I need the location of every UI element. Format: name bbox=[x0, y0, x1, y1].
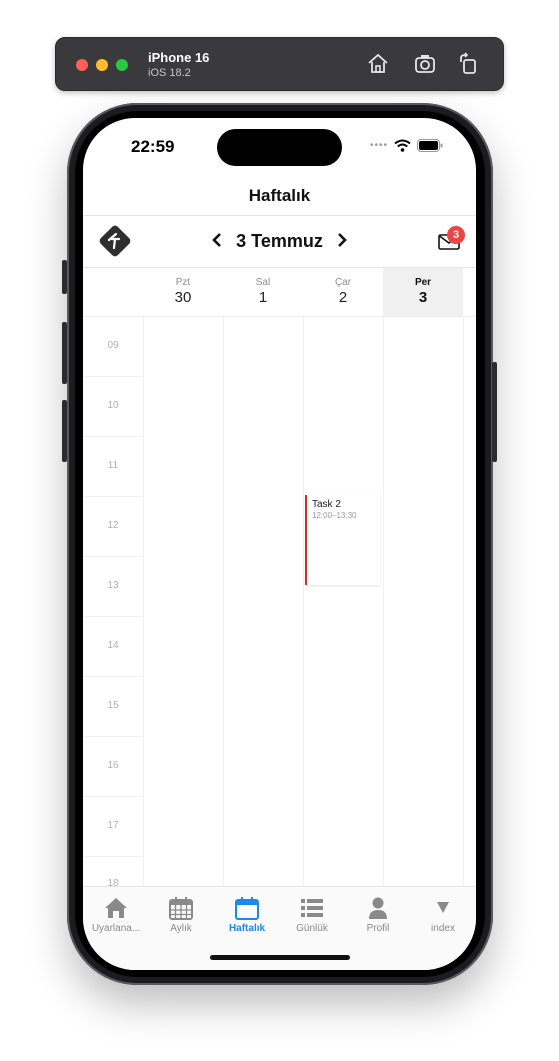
day-name: Çar bbox=[334, 277, 352, 288]
tab-label: index bbox=[431, 923, 455, 934]
tab-label: Profil bbox=[366, 923, 390, 934]
signal-icon: •••• bbox=[369, 140, 388, 151]
list-icon bbox=[299, 896, 325, 920]
grid-row-line bbox=[83, 376, 143, 377]
volume-down-button bbox=[62, 400, 67, 462]
current-date-label[interactable]: 3 Temmuz bbox=[236, 231, 323, 252]
event-title: Task 2 bbox=[312, 499, 341, 510]
status-time: 22:59 bbox=[131, 137, 175, 156]
app-header: 3 Temmuz 3 bbox=[83, 217, 476, 267]
tab-label: Günlük bbox=[296, 923, 328, 934]
hour-label: 10 bbox=[107, 400, 119, 411]
day-number: 30 bbox=[174, 289, 192, 306]
volume-up-button bbox=[62, 322, 67, 384]
grid-column-line bbox=[143, 316, 144, 886]
day-number: 2 bbox=[338, 289, 348, 306]
hour-label: 16 bbox=[107, 760, 119, 771]
grid-row-line bbox=[83, 616, 143, 617]
grid-row-line bbox=[83, 496, 143, 497]
day-name: Sal bbox=[255, 277, 271, 288]
simulator-toolbar: iPhone 16 iOS 18.2 bbox=[55, 37, 504, 91]
tab-aylik[interactable]: Aylık bbox=[148, 896, 214, 934]
grid-row-line bbox=[83, 676, 143, 677]
day-column-header-today[interactable]: Per 3 bbox=[383, 268, 463, 316]
next-week-button[interactable] bbox=[337, 231, 347, 252]
rotate-icon[interactable] bbox=[456, 52, 480, 76]
simulator-os-version: iOS 18.2 bbox=[148, 67, 191, 79]
battery-icon bbox=[417, 139, 443, 152]
power-button bbox=[492, 362, 497, 462]
simulator-device-name: iPhone 16 bbox=[148, 50, 210, 65]
hour-label: 15 bbox=[107, 700, 119, 711]
grid-row-line bbox=[83, 556, 143, 557]
hour-label: 12 bbox=[107, 520, 119, 531]
home-button-icon[interactable] bbox=[366, 52, 390, 76]
calendar-month-icon bbox=[168, 896, 194, 920]
minimize-window-button[interactable] bbox=[96, 59, 108, 71]
tab-label: Haftalık bbox=[228, 923, 266, 934]
screenshot-icon[interactable] bbox=[413, 52, 437, 76]
triangle-down-icon bbox=[430, 896, 456, 920]
home-icon bbox=[103, 896, 129, 920]
grid-column-line bbox=[383, 316, 384, 886]
tab-uyarlanabilir[interactable]: Uyarlana... bbox=[83, 896, 149, 934]
hour-label: 11 bbox=[107, 460, 119, 471]
zoom-window-button[interactable] bbox=[116, 59, 128, 71]
grid-row-line bbox=[83, 436, 143, 437]
tab-haftalik[interactable]: Haftalık bbox=[214, 896, 280, 934]
person-icon bbox=[365, 896, 391, 920]
event-time: 12:00–13:30 bbox=[312, 511, 357, 520]
day-column-header[interactable]: Çar 2 bbox=[303, 268, 383, 316]
hour-label: 14 bbox=[107, 640, 119, 651]
event-card[interactable]: Task 2 12:00–13:30 bbox=[305, 495, 380, 585]
tab-label: Uyarlana... bbox=[91, 923, 141, 934]
page-title: Haftalık bbox=[248, 186, 311, 205]
previous-week-button[interactable] bbox=[212, 231, 222, 252]
phone-screen: 22:59 •••• Haftalık 3 Temmuz 3 Pzt 30 Sa… bbox=[83, 118, 476, 970]
status-indicators: •••• bbox=[370, 139, 443, 152]
grid-column-line bbox=[303, 316, 304, 886]
close-window-button[interactable] bbox=[76, 59, 88, 71]
hour-label: 18 bbox=[107, 878, 119, 886]
action-button bbox=[62, 260, 67, 294]
day-name: Pzt bbox=[175, 277, 191, 288]
hour-label: 09 bbox=[107, 340, 119, 351]
calendar-week-icon bbox=[234, 896, 260, 920]
grid-row-line bbox=[83, 796, 143, 797]
day-number: 3 bbox=[418, 289, 428, 306]
tab-label: Aylık bbox=[170, 923, 192, 934]
notification-badge: 3 bbox=[447, 226, 465, 244]
hour-label: 17 bbox=[107, 820, 119, 831]
day-name: Per bbox=[414, 277, 432, 288]
grid-column-line bbox=[223, 316, 224, 886]
tab-index[interactable]: index bbox=[410, 896, 476, 934]
divider bbox=[83, 215, 476, 216]
week-time-grid[interactable]: 09 10 11 12 13 14 15 16 17 18 Task 2 12:… bbox=[83, 316, 476, 886]
home-indicator bbox=[210, 955, 350, 960]
day-column-header[interactable]: Pzt 30 bbox=[143, 268, 223, 316]
tab-profil[interactable]: Profil bbox=[345, 896, 411, 934]
date-navigator: 3 Temmuz bbox=[83, 231, 476, 252]
dynamic-island bbox=[217, 129, 342, 166]
grid-column-line bbox=[463, 316, 464, 886]
wifi-icon bbox=[394, 139, 411, 152]
week-day-header: Pzt 30 Sal 1 Çar 2 Per 3 bbox=[83, 268, 476, 316]
grid-row-line bbox=[83, 736, 143, 737]
day-number: 1 bbox=[258, 289, 268, 306]
day-column-header[interactable]: Sal 1 bbox=[223, 268, 303, 316]
hour-label: 13 bbox=[107, 580, 119, 591]
grid-row-line bbox=[83, 856, 143, 857]
tab-gunluk[interactable]: Günlük bbox=[279, 896, 345, 934]
